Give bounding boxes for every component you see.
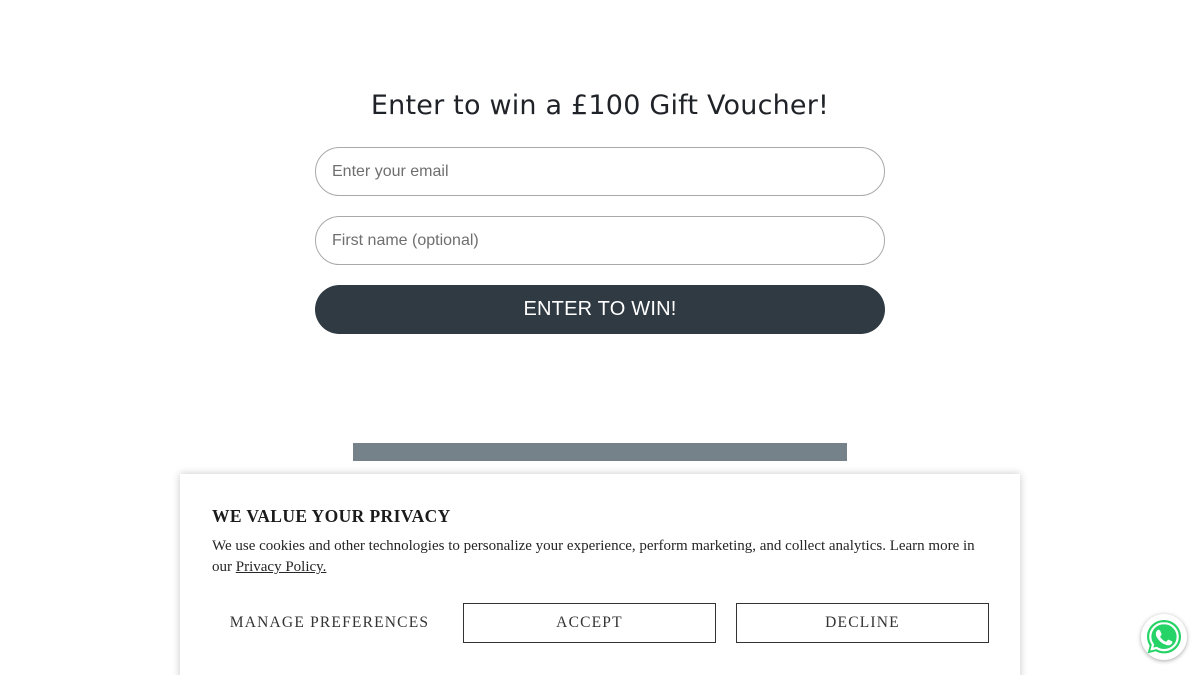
- page: Enter to win a £100 Gift Voucher! ENTER …: [0, 0, 1200, 675]
- accept-button[interactable]: ACCEPT: [463, 603, 716, 643]
- manage-preferences-button[interactable]: MANAGE PREFERENCES: [212, 603, 447, 643]
- email-input[interactable]: [315, 147, 885, 196]
- whatsapp-chat-button[interactable]: [1141, 614, 1187, 660]
- first-name-input[interactable]: [315, 216, 885, 265]
- whatsapp-icon: [1147, 620, 1181, 654]
- cookie-banner-text: We use cookies and other technologies to…: [212, 536, 982, 578]
- cookie-banner-title: WE VALUE YOUR PRIVACY: [212, 506, 451, 526]
- divider-bar: [353, 443, 847, 461]
- cookie-actions: MANAGE PREFERENCES ACCEPT DECLINE: [212, 603, 989, 643]
- cookie-consent-banner: WE VALUE YOUR PRIVACY We use cookies and…: [180, 474, 1020, 675]
- privacy-policy-link[interactable]: Privacy Policy.: [236, 559, 327, 575]
- enter-to-win-button[interactable]: ENTER TO WIN!: [315, 285, 885, 334]
- decline-button[interactable]: DECLINE: [736, 603, 989, 643]
- signup-headline: Enter to win a £100 Gift Voucher!: [370, 90, 830, 121]
